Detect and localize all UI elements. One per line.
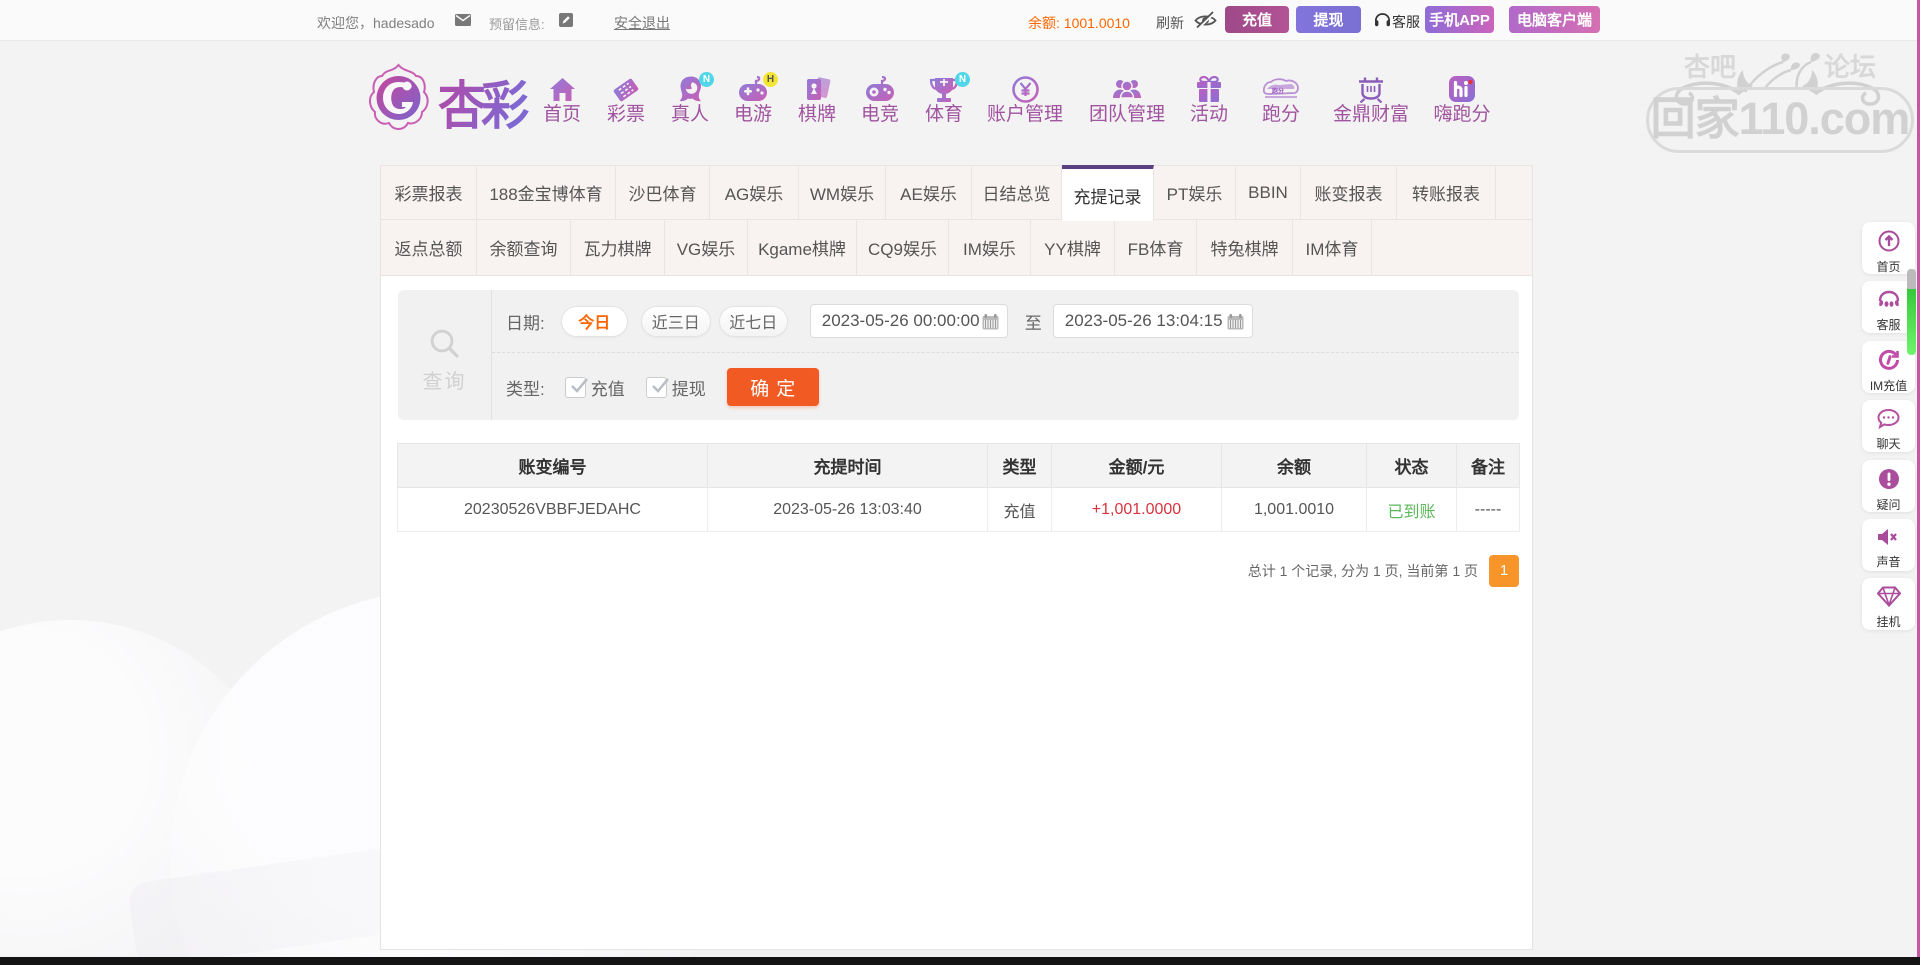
svg-text:跑分: 跑分 (1272, 87, 1284, 95)
